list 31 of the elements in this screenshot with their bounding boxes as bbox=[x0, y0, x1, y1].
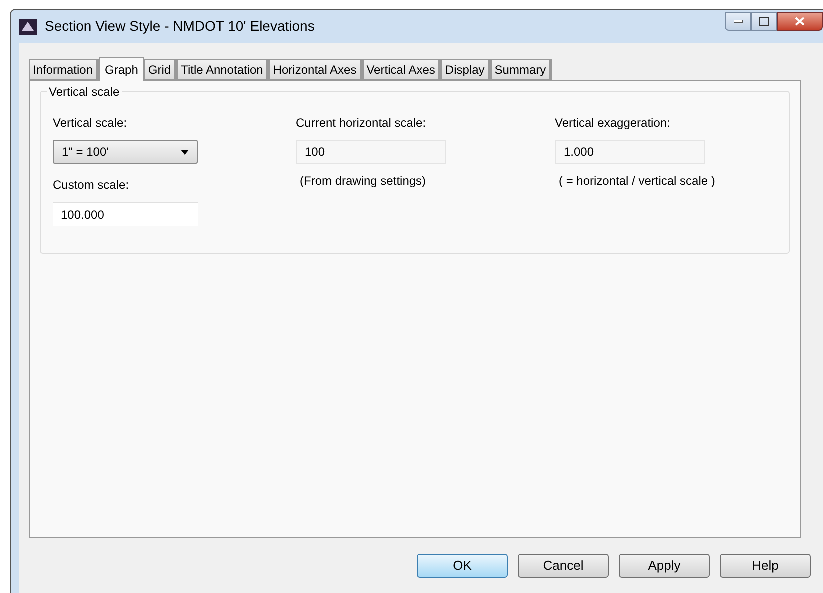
tab[interactable]: Display bbox=[441, 59, 491, 80]
field-label: Vertical exaggeration: bbox=[555, 115, 672, 132]
dialog-button[interactable]: Help bbox=[720, 554, 811, 578]
tab[interactable]: Vertical Axes bbox=[362, 59, 442, 80]
dialog-button[interactable]: Cancel bbox=[518, 554, 609, 578]
tab[interactable]: Information bbox=[29, 59, 100, 80]
tab[interactable]: Graph bbox=[99, 57, 144, 81]
dialog-button[interactable]: Apply bbox=[619, 554, 710, 578]
minimize-button[interactable] bbox=[725, 12, 751, 31]
tab[interactable]: Horizontal Axes bbox=[269, 59, 363, 80]
close-icon bbox=[795, 17, 805, 26]
field-label: Custom scale: bbox=[53, 177, 130, 194]
minimize-icon bbox=[734, 20, 742, 23]
field-label: Current horizontal scale: bbox=[296, 115, 428, 132]
maximize-icon bbox=[759, 17, 769, 26]
app-logo-icon bbox=[19, 18, 37, 34]
note-text: ( = horizontal / vertical scale ) bbox=[558, 173, 716, 190]
input-field[interactable]: 100.000 bbox=[53, 202, 198, 226]
close-button[interactable] bbox=[777, 12, 823, 31]
note-text: (From drawing settings) bbox=[299, 173, 428, 190]
input-field[interactable]: 100 bbox=[296, 140, 446, 164]
dialog-button[interactable]: OK bbox=[417, 554, 508, 578]
input-field[interactable]: 1.000 bbox=[555, 140, 705, 164]
tab[interactable]: Grid bbox=[144, 59, 178, 80]
window-title: Section View Style - NMDOT 10' Elevations bbox=[45, 17, 315, 36]
field-label: Vertical scale: bbox=[53, 115, 128, 132]
caret-icon bbox=[181, 150, 189, 154]
scale-dropdown[interactable]: 1" = 100' bbox=[53, 140, 198, 164]
tab[interactable]: Title Annotation bbox=[177, 59, 270, 80]
maximize-button[interactable] bbox=[751, 12, 777, 31]
tab[interactable]: Summary bbox=[490, 59, 552, 80]
